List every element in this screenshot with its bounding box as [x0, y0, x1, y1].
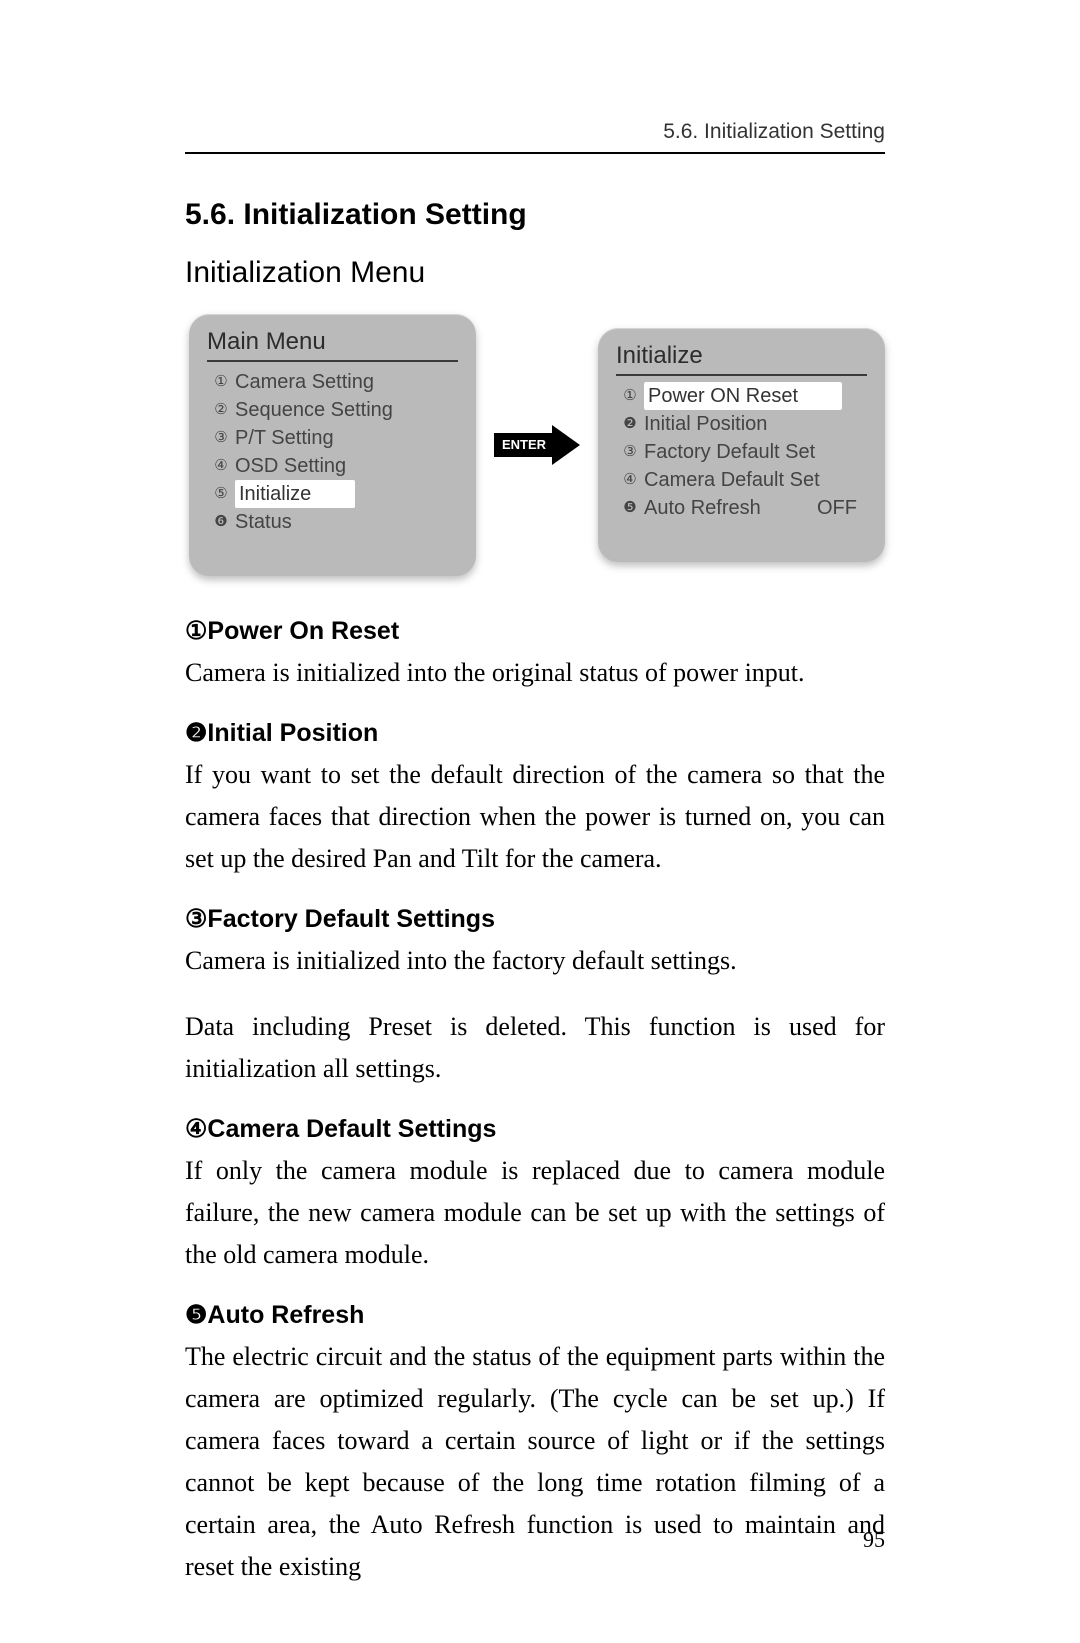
menu-item-value: OFF [817, 494, 857, 522]
main-menu-item[interactable]: ③ P/T Setting [207, 424, 458, 452]
main-menu-title: Main Menu [207, 328, 458, 360]
menu-item-label: Power ON Reset [644, 382, 842, 410]
main-menu-item[interactable]: ④ OSD Setting [207, 452, 458, 480]
menu-item-marker: ❺ [622, 494, 638, 522]
main-menu-item[interactable]: ① Camera Setting [207, 368, 458, 396]
item-heading-text: Power On Reset [207, 617, 399, 645]
menu-item-marker: ④ [622, 466, 638, 494]
item-heading: ①Power On Reset [185, 616, 885, 646]
main-menu-item-selected[interactable]: ⑤ Initialize [207, 480, 458, 508]
item-heading-text: Initial Position [207, 719, 378, 747]
body-paragraph: If only the camera module is replaced du… [185, 1150, 885, 1276]
menu-figure: Main Menu ① Camera Setting ② Sequence Se… [185, 314, 885, 576]
item-heading: ④Camera Default Settings [185, 1114, 885, 1144]
main-menu-card: Main Menu ① Camera Setting ② Sequence Se… [189, 314, 476, 576]
menu-item-label: Auto Refresh [644, 494, 761, 522]
menu-item-label: Factory Default Set [644, 438, 815, 466]
initialize-menu-item[interactable]: ❺ Auto Refresh OFF [616, 494, 867, 522]
menu-item-marker: ② [213, 396, 229, 424]
menu-item-label: Status [235, 508, 292, 536]
main-menu-item[interactable]: ② Sequence Setting [207, 396, 458, 424]
main-menu-underline [207, 360, 458, 362]
menu-item-marker: ⑤ [213, 480, 229, 508]
item-heading: ❺Auto Refresh [185, 1300, 885, 1330]
main-menu-list: ① Camera Setting ② Sequence Setting ③ P/… [207, 368, 458, 536]
body-paragraph: Camera is initialized into the original … [185, 652, 885, 694]
initialize-menu-underline [616, 374, 867, 376]
body-paragraph: The electric circuit and the status of t… [185, 1336, 885, 1588]
initialize-menu-item[interactable]: ❷ Initial Position [616, 410, 867, 438]
item-heading-marker: ③ [185, 905, 207, 933]
initialize-menu-item-selected[interactable]: ① Power ON Reset [616, 382, 867, 410]
page-number: 95 [863, 1527, 885, 1553]
menu-item-label: Sequence Setting [235, 396, 393, 424]
enter-label: ENTER [502, 437, 547, 452]
section-title: 5.6. Initialization Setting [185, 198, 885, 232]
item-heading-text: Camera Default Settings [207, 1115, 496, 1143]
menu-item-label: Camera Setting [235, 368, 374, 396]
body-paragraph: If you want to set the default direction… [185, 754, 885, 880]
page: 5.6. Initialization Setting 5.6. Initial… [0, 0, 1080, 1643]
menu-item-marker: ③ [213, 424, 229, 452]
item-heading: ③Factory Default Settings [185, 904, 885, 934]
menu-item-marker: ❻ [213, 508, 229, 536]
body-paragraph: Data including Preset is deleted. This f… [185, 1006, 885, 1090]
menu-item-marker: ① [622, 382, 638, 410]
initialize-menu-list: ① Power ON Reset ❷ Initial Position ③ Fa… [616, 382, 867, 522]
menu-item-marker: ④ [213, 452, 229, 480]
page-header-label: 5.6. Initialization Setting [185, 120, 885, 152]
menu-item-label: Camera Default Set [644, 466, 820, 494]
item-heading-marker: ❺ [185, 1301, 207, 1329]
menu-item-label: P/T Setting [235, 424, 334, 452]
menu-item-label: Initial Position [644, 410, 767, 438]
item-heading-marker: ④ [185, 1115, 207, 1143]
initialize-menu-card: Initialize ① Power ON Reset ❷ Initial Po… [598, 328, 885, 562]
menu-item-label: OSD Setting [235, 452, 346, 480]
enter-arrow-icon: ENTER [494, 425, 580, 465]
initialize-menu-title: Initialize [616, 342, 867, 374]
item-heading-text: Auto Refresh [207, 1301, 364, 1329]
main-menu-item[interactable]: ❻ Status [207, 508, 458, 536]
item-heading: ❷Initial Position [185, 718, 885, 748]
item-heading-text: Factory Default Settings [207, 905, 495, 933]
initialize-menu-item[interactable]: ④ Camera Default Set [616, 466, 867, 494]
menu-item-marker: ③ [622, 438, 638, 466]
body-paragraph: Camera is initialized into the factory d… [185, 940, 885, 982]
menu-item-label: Initialize [235, 480, 355, 508]
item-heading-marker: ① [185, 617, 207, 645]
menu-item-marker: ❷ [622, 410, 638, 438]
header-rule [185, 152, 885, 154]
menu-item-marker: ① [213, 368, 229, 396]
section-subtitle: Initialization Menu [185, 256, 885, 290]
item-heading-marker: ❷ [185, 719, 207, 747]
initialize-menu-item[interactable]: ③ Factory Default Set [616, 438, 867, 466]
